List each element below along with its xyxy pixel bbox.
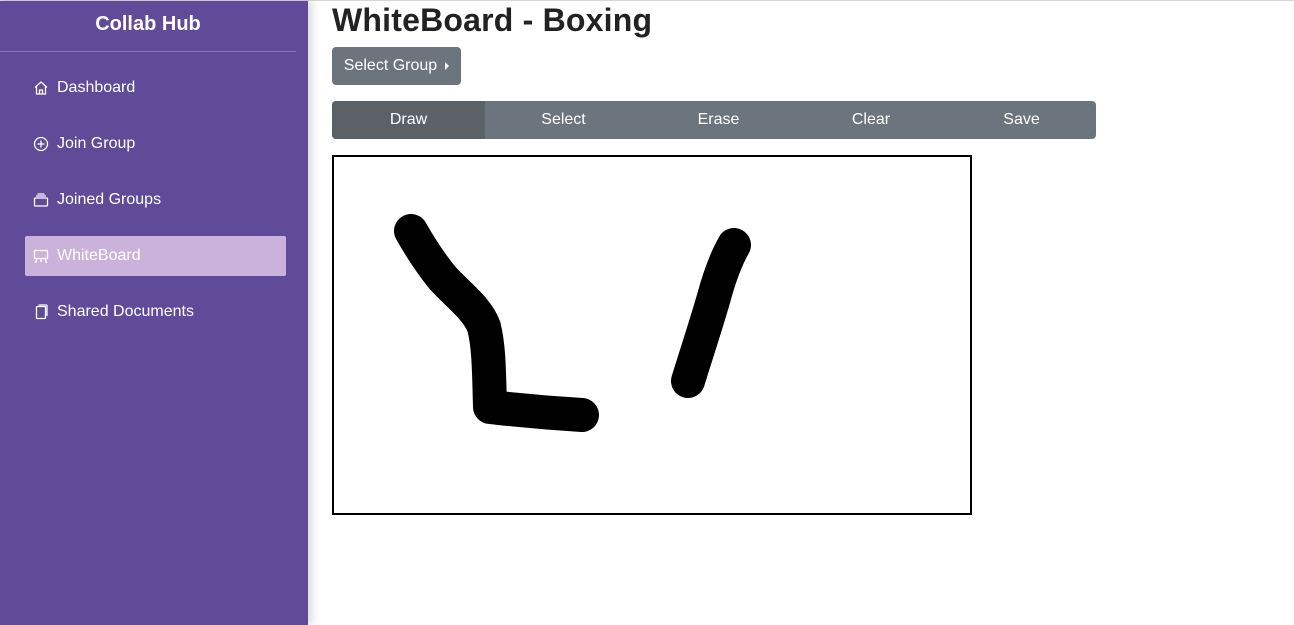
page-title: WhiteBoard - Boxing bbox=[332, 2, 653, 38]
clear-button[interactable]: Clear bbox=[795, 101, 947, 139]
draw-button[interactable]: Draw bbox=[332, 101, 485, 139]
brand-title: Collab Hub bbox=[0, 1, 296, 52]
select-group-label: Select Group bbox=[343, 57, 438, 74]
sidebar-item-label: Shared Documents bbox=[57, 303, 194, 320]
sidebar-item-join-group[interactable]: Join Group bbox=[25, 124, 286, 164]
documents-icon bbox=[33, 304, 49, 320]
house-icon bbox=[33, 80, 49, 96]
whiteboard-canvas[interactable] bbox=[332, 155, 972, 515]
sidebar-item-label: Join Group bbox=[57, 135, 136, 152]
sidebar-item-label: Dashboard bbox=[57, 79, 136, 96]
save-button[interactable]: Save bbox=[947, 101, 1096, 139]
collection-icon bbox=[33, 192, 49, 208]
drawn-stroke bbox=[394, 214, 599, 432]
sidebar-item-shared-documents[interactable]: Shared Documents bbox=[25, 292, 286, 332]
caret-right-icon bbox=[445, 62, 450, 70]
sidebar-item-label: Joined Groups bbox=[57, 191, 162, 208]
easel-icon bbox=[33, 248, 49, 264]
select-group-button[interactable]: Select Group bbox=[332, 47, 461, 85]
sidebar-item-joined-groups[interactable]: Joined Groups bbox=[25, 180, 286, 220]
sidebar-item-label: WhiteBoard bbox=[57, 247, 141, 264]
select-button[interactable]: Select bbox=[485, 101, 642, 139]
sidebar-item-whiteboard[interactable]: WhiteBoard bbox=[25, 236, 286, 276]
sidebar-item-dashboard[interactable]: Dashboard bbox=[25, 68, 286, 108]
drawn-stroke bbox=[671, 228, 751, 398]
plus-circle-icon bbox=[33, 136, 49, 152]
erase-button[interactable]: Erase bbox=[642, 101, 795, 139]
whiteboard-toolbar: Draw Select Erase Clear Save bbox=[332, 101, 1096, 139]
whiteboard-drawing bbox=[394, 214, 751, 432]
sidebar: Collab Hub Dashboard Join Group Joined G… bbox=[0, 1, 308, 625]
